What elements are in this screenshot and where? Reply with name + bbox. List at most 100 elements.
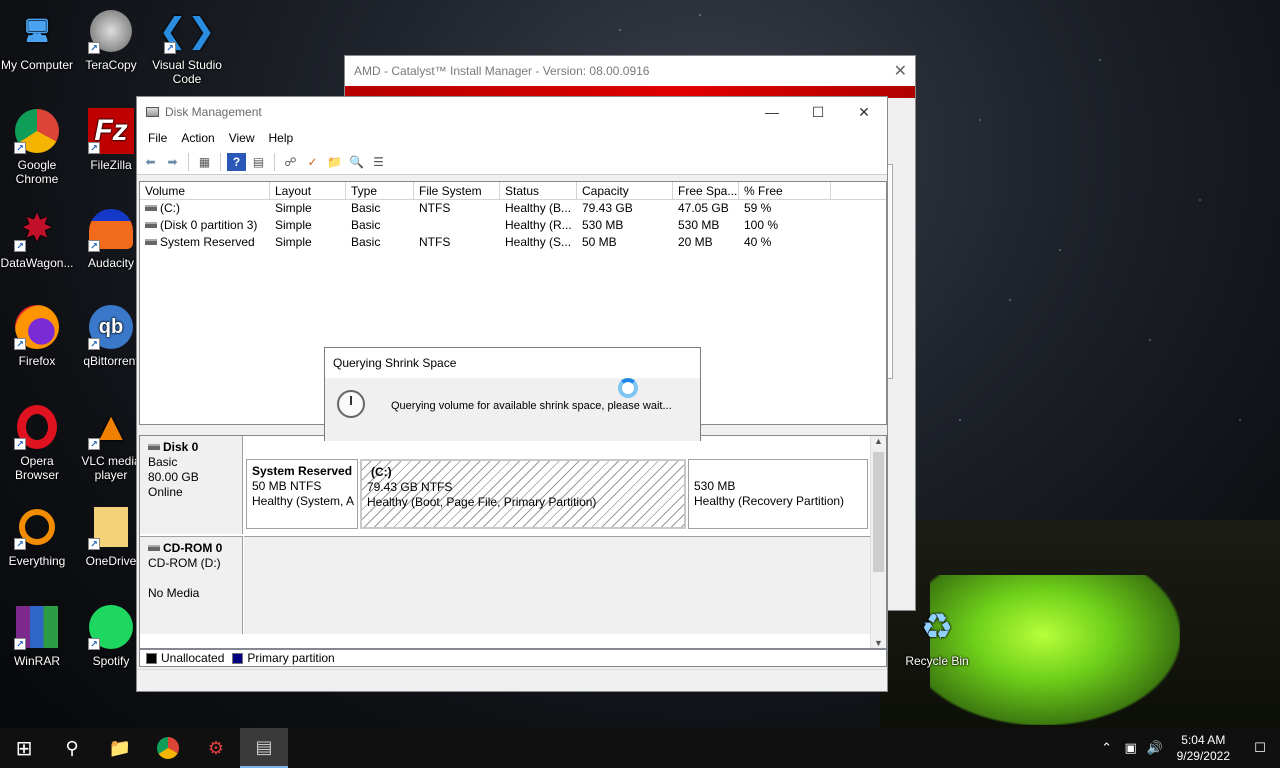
firefox-icon: ↗ <box>14 304 60 350</box>
dialog-body: Querying volume for available shrink spa… <box>325 378 700 441</box>
primary-partition-swatch <box>232 652 244 664</box>
desktop-icon-opera[interactable]: ↗ Opera Browser <box>0 404 74 482</box>
table-row[interactable]: (C:) Simple Basic NTFS Healthy (B... 79.… <box>140 200 886 217</box>
vscode-icon: ❮❯ ↗ <box>158 12 216 54</box>
disk-graphical-view[interactable]: Disk 0 Basic 80.00 GB Online System Rese… <box>139 435 887 649</box>
desktop-icon-teracopy[interactable]: ↗ TeraCopy <box>74 8 148 72</box>
computer-icon: 🖥 <box>23 18 51 43</box>
menu-action[interactable]: Action <box>174 127 221 149</box>
properties-icon[interactable]: ▤ <box>249 153 268 171</box>
menu-help[interactable]: Help <box>262 127 301 149</box>
busy-cursor-icon <box>618 378 638 398</box>
volume-icon <box>145 239 157 245</box>
filezilla-icon: Fz ↗ <box>88 108 134 154</box>
column-capacity[interactable]: Capacity <box>577 182 673 199</box>
cdrom0-info[interactable]: CD-ROM 0 CD-ROM (D:) No Media <box>140 536 243 634</box>
desktop-icon-firefox[interactable]: ↗ Firefox <box>0 304 74 368</box>
checklist-icon[interactable]: ✓ <box>303 153 322 171</box>
forward-icon[interactable]: ➡ <box>163 153 182 171</box>
teracopy-icon: ↗ <box>88 8 134 54</box>
dialog-title: Querying Shrink Space <box>325 348 700 378</box>
close-button[interactable]: ✕ <box>841 97 887 127</box>
status-bar <box>137 669 887 691</box>
dialog-message: Querying volume for available shrink spa… <box>391 400 672 412</box>
chevron-up-icon[interactable]: ⌃ <box>1095 740 1119 756</box>
scroll-up-icon[interactable]: ▲ <box>871 436 886 446</box>
onedrive-icon: ↗ <box>88 504 134 550</box>
desktop-icon-recycle-bin[interactable]: ♻ Recycle Bin <box>900 604 974 669</box>
qbittorrent-icon: qb ↗ <box>88 304 134 350</box>
system-tray: ⌃ ▣ 🔊 5:04 AM 9/29/2022 ☐ <box>1095 728 1280 768</box>
unallocated-swatch <box>146 652 157 664</box>
recycle-bin-icon: ♻ <box>920 606 954 647</box>
console-tree-icon[interactable]: ▦ <box>195 153 214 171</box>
disk0-info[interactable]: Disk 0 Basic 80.00 GB Online <box>140 436 243 534</box>
amd-close-button[interactable]: ✕ <box>894 61 907 81</box>
taskbar-clock[interactable]: 5:04 AM 9/29/2022 <box>1167 732 1240 764</box>
column-percent-free[interactable]: % Free <box>739 182 831 199</box>
notification-icon[interactable]: ☐ <box>1240 740 1280 756</box>
column-volume[interactable]: Volume <box>140 182 270 199</box>
desktop-icon-everything[interactable]: ↗ Everything <box>0 504 74 568</box>
dm-window-title: Disk Management <box>165 105 262 119</box>
cdrom0-media-area <box>244 536 870 634</box>
connect-icon[interactable]: ☍ <box>281 153 300 171</box>
volume-icon <box>145 222 157 228</box>
column-status[interactable]: Status <box>500 182 577 199</box>
disk-icon <box>148 444 160 450</box>
querying-shrink-dialog[interactable]: Querying Shrink Space Querying volume fo… <box>324 347 701 441</box>
partition-recovery[interactable]: 530 MB Healthy (Recovery Partition) <box>688 459 868 529</box>
partition-system-reserved[interactable]: System Reserved 50 MB NTFS Healthy (Syst… <box>246 459 358 529</box>
scroll-down-icon[interactable]: ▼ <box>871 638 886 648</box>
minimize-button[interactable]: — <box>749 97 795 127</box>
legend-bar: Unallocated Primary partition <box>139 649 887 667</box>
dm-titlebar: Disk Management — ☐ ✕ <box>137 97 887 127</box>
file-explorer-icon[interactable]: 📁 <box>96 728 144 768</box>
desktop-icon-my-computer[interactable]: 🖥 My Computer <box>0 8 74 73</box>
chrome-icon: ↗ <box>14 108 60 154</box>
taskbar: ⊞ ⚲ 📁 ⚙ ▤ ⌃ ▣ 🔊 5:04 AM 9/29/2022 ☐ <box>0 728 1280 768</box>
search-folder-icon[interactable]: 🔍 <box>347 153 366 171</box>
chrome-taskbar-icon[interactable] <box>144 728 192 768</box>
volume-icon <box>145 205 157 211</box>
settings-list-icon[interactable]: ☰ <box>369 153 388 171</box>
volume-list-header: Volume Layout Type File System Status Ca… <box>140 182 886 200</box>
column-free-space[interactable]: Free Spa... <box>673 182 739 199</box>
help-icon[interactable]: ? <box>227 152 246 171</box>
column-file-system[interactable]: File System <box>414 182 500 199</box>
menu-file[interactable]: File <box>141 127 174 149</box>
disk-management-icon <box>146 107 159 117</box>
menu-bar: File Action View Help <box>137 127 887 149</box>
scroll-thumb[interactable] <box>873 452 884 572</box>
amd-window-title: AMD - Catalyst™ Install Manager - Versio… <box>345 56 915 86</box>
desktop-icon-google-chrome[interactable]: ↗ Google Chrome <box>0 108 74 186</box>
volume-icon[interactable]: 🔊 <box>1143 740 1167 756</box>
desktop-icon-vscode[interactable]: ❮❯ ↗ Visual Studio Code <box>150 8 224 86</box>
table-row[interactable]: System Reserved Simple Basic NTFS Health… <box>140 234 886 251</box>
desktop-icon-datawagon[interactable]: ✸ ↗ DataWagon... <box>0 206 74 270</box>
search-icon[interactable]: ⚲ <box>48 728 96 768</box>
toolbar: ⬅ ➡ ▦ ? ▤ ☍ ✓ 📁 🔍 ☰ <box>137 149 887 175</box>
column-type[interactable]: Type <box>346 182 414 199</box>
table-row[interactable]: (Disk 0 partition 3) Simple Basic Health… <box>140 217 886 234</box>
graphical-view-scrollbar[interactable]: ▲ ▼ <box>870 436 886 648</box>
network-icon[interactable]: ▣ <box>1119 740 1143 756</box>
partition-c-drive[interactable]: (C:) 79.43 GB NTFS Healthy (Boot, Page F… <box>360 459 686 529</box>
clock-icon <box>337 390 365 418</box>
desktop-icon-winrar[interactable]: ↗ WinRAR <box>0 604 74 668</box>
maximize-button[interactable]: ☐ <box>795 97 841 127</box>
cdrom-icon <box>148 545 160 551</box>
datawagon-icon: ✸ ↗ <box>14 206 60 252</box>
disk-management-taskbar-icon[interactable]: ▤ <box>240 728 288 768</box>
menu-view[interactable]: View <box>222 127 262 149</box>
everything-icon: ↗ <box>14 504 60 550</box>
column-layout[interactable]: Layout <box>270 182 346 199</box>
opera-icon: ↗ <box>14 404 60 450</box>
app-taskbar-icon[interactable]: ⚙ <box>192 728 240 768</box>
winrar-icon: ↗ <box>14 604 60 650</box>
back-icon[interactable]: ⬅ <box>141 153 160 171</box>
start-windows-icon[interactable]: ⊞ <box>0 728 48 768</box>
folder-up-icon[interactable]: 📁 <box>325 153 344 171</box>
audacity-icon: ↗ <box>88 206 134 252</box>
spotify-icon: ↗ <box>88 604 134 650</box>
